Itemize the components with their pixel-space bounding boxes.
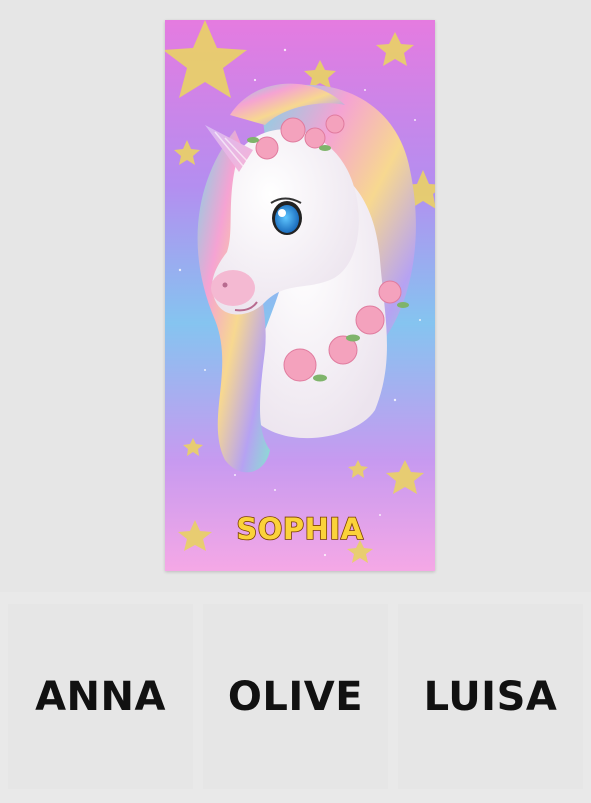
name-option-label: OLIVE: [227, 673, 364, 720]
name-option-luisa[interactable]: LUISA: [398, 604, 583, 789]
name-option-label: ANNA: [35, 673, 166, 720]
name-option-anna[interactable]: ANNA: [8, 604, 193, 789]
name-option-label: LUISA: [423, 673, 558, 720]
towel-preview: SOPHIA: [165, 20, 435, 571]
name-option-olive[interactable]: OLIVE: [203, 604, 388, 789]
towel-name-text: SOPHIA: [236, 511, 364, 547]
product-preview-area: SOPHIA: [0, 0, 591, 592]
unicorn-artwork: [165, 20, 435, 571]
